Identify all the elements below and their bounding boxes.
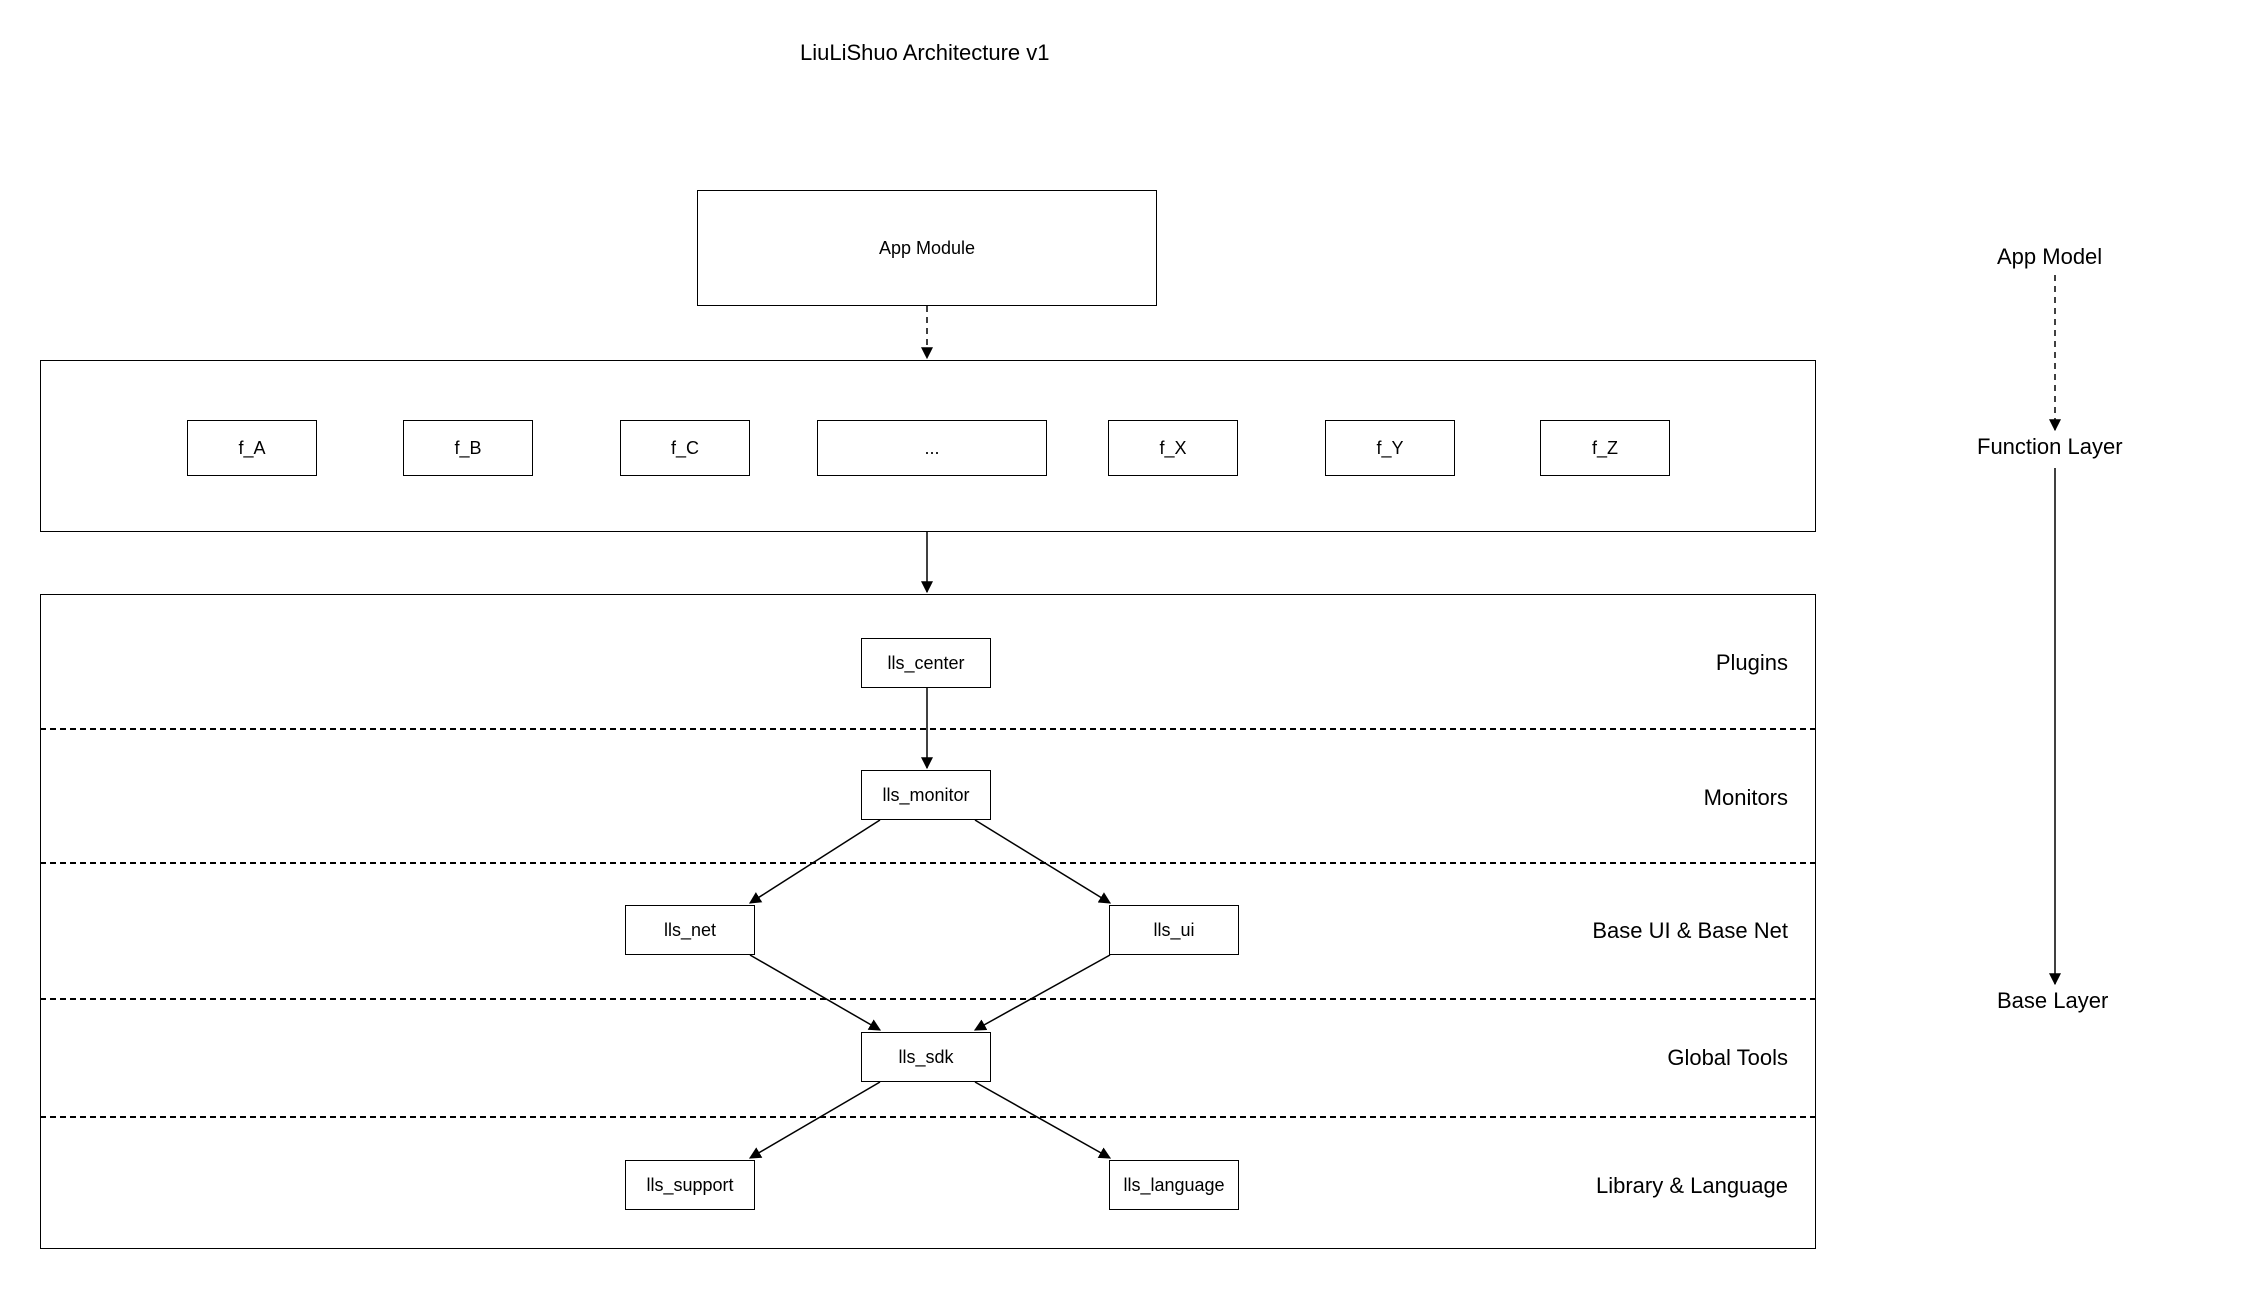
node-f-c: f_C <box>620 420 750 476</box>
node-label: lls_net <box>664 920 716 941</box>
node-label: f_A <box>238 438 265 459</box>
architecture-diagram: LiuLiShuo Architecture v1 App Module f_A… <box>0 0 2248 1299</box>
row-label-monitors: Monitors <box>1704 785 1788 811</box>
row-divider <box>40 1116 1816 1118</box>
node-lls-support: lls_support <box>625 1160 755 1210</box>
row-divider <box>40 998 1816 1000</box>
row-label-plugins: Plugins <box>1716 650 1788 676</box>
node-label: f_Y <box>1376 438 1403 459</box>
side-label-function-layer: Function Layer <box>1977 434 2123 460</box>
node-label: f_C <box>671 438 699 459</box>
node-label: lls_ui <box>1153 920 1194 941</box>
row-label-library: Library & Language <box>1596 1173 1788 1199</box>
node-f-b: f_B <box>403 420 533 476</box>
row-label-globaltools: Global Tools <box>1667 1045 1788 1071</box>
node-lls-language: lls_language <box>1109 1160 1239 1210</box>
node-f-a: f_A <box>187 420 317 476</box>
node-f-y: f_Y <box>1325 420 1455 476</box>
node-lls-center: lls_center <box>861 638 991 688</box>
row-divider <box>40 728 1816 730</box>
node-label: lls_monitor <box>882 785 969 806</box>
node-label: lls_center <box>887 653 964 674</box>
node-label: f_B <box>454 438 481 459</box>
node-lls-net: lls_net <box>625 905 755 955</box>
side-label-base-layer: Base Layer <box>1997 988 2108 1014</box>
node-label: ... <box>924 438 939 459</box>
node-lls-sdk: lls_sdk <box>861 1032 991 1082</box>
node-label: App Module <box>879 238 975 259</box>
side-label-app-model: App Model <box>1997 244 2102 270</box>
node-label: f_X <box>1159 438 1186 459</box>
node-label: lls_language <box>1123 1175 1224 1196</box>
node-lls-monitor: lls_monitor <box>861 770 991 820</box>
node-label: lls_sdk <box>898 1047 953 1068</box>
node-label: f_Z <box>1592 438 1618 459</box>
node-app-module: App Module <box>697 190 1157 306</box>
diagram-title: LiuLiShuo Architecture v1 <box>800 40 1050 66</box>
row-divider <box>40 862 1816 864</box>
row-label-baseui: Base UI & Base Net <box>1592 918 1788 944</box>
node-label: lls_support <box>646 1175 733 1196</box>
node-f-x: f_X <box>1108 420 1238 476</box>
node-f-z: f_Z <box>1540 420 1670 476</box>
node-f-ellipsis: ... <box>817 420 1047 476</box>
base-layer-container <box>40 594 1816 1249</box>
node-lls-ui: lls_ui <box>1109 905 1239 955</box>
